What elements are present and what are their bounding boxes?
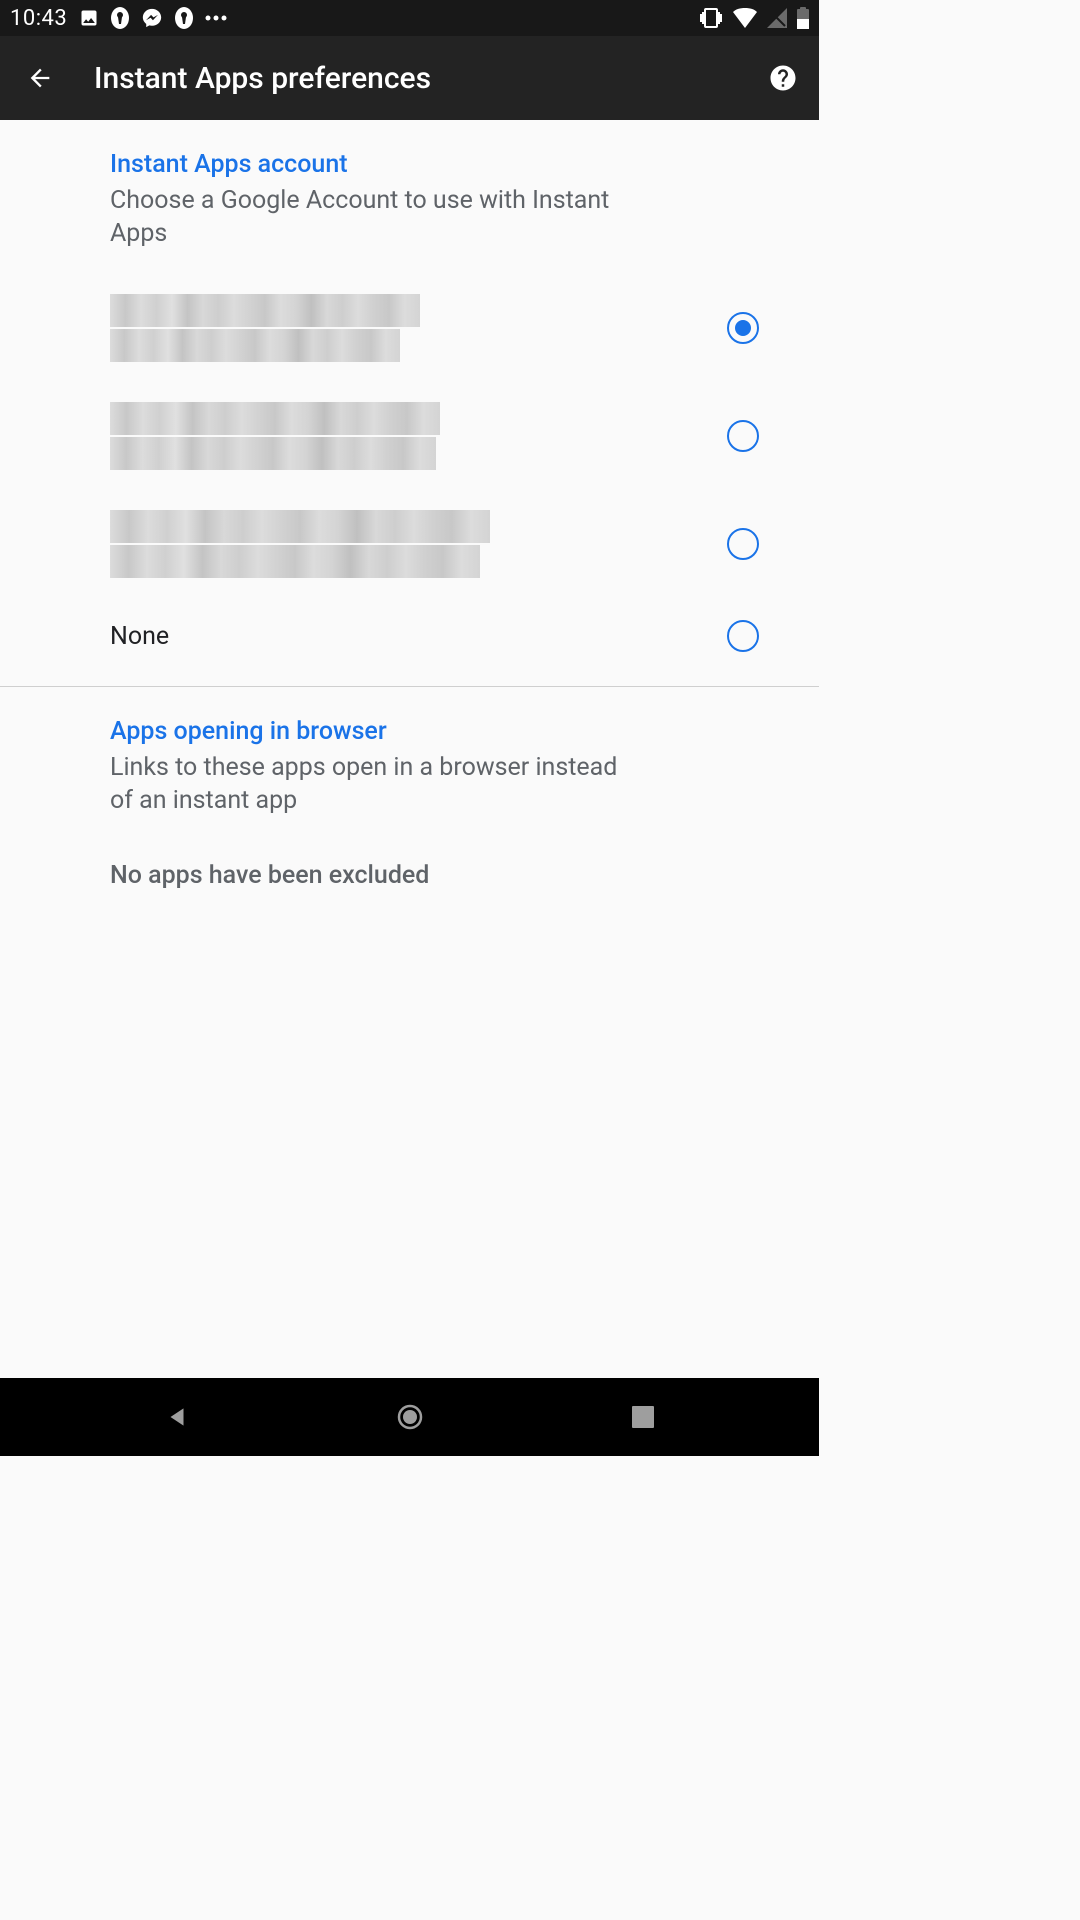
redacted-text [110,437,436,470]
section-account: Instant Apps account Choose a Google Acc… [0,120,819,274]
nav-bar [0,1378,819,1456]
more-icon [205,15,227,21]
account-option-2[interactable] [0,382,759,490]
account-option-none-label-wrap: None [110,622,727,651]
nav-recent-button[interactable] [613,1387,673,1447]
nav-home-button[interactable] [380,1387,440,1447]
account-option-none-label: None [110,622,169,651]
back-button[interactable] [16,54,64,102]
vibrate-icon [699,7,723,29]
account-radio-list: None [0,274,819,674]
help-button[interactable] [763,58,803,98]
keyhole-icon [175,7,193,29]
keyhole-icon [111,7,129,29]
section-browser-title: Apps opening in browser [110,717,799,746]
page-title: Instant Apps preferences [94,61,763,96]
radio-control[interactable] [727,528,759,560]
wifi-icon [733,8,757,28]
radio-control[interactable] [727,420,759,452]
account-option-3[interactable] [0,490,759,598]
arrow-back-icon [26,64,54,92]
section-browser: Apps opening in browser Links to these a… [0,687,819,841]
redacted-text [110,545,480,578]
messenger-icon [141,7,163,29]
account-option-1-label [110,294,727,362]
section-browser-subtitle: Links to these apps open in a browser in… [110,752,630,817]
account-option-none[interactable]: None [0,598,759,674]
redacted-text [110,329,400,362]
account-option-1[interactable] [0,274,759,382]
status-right [699,7,809,29]
radio-control[interactable] [727,620,759,652]
status-bar: 10:43 [0,0,819,36]
account-option-2-label [110,402,727,470]
browser-empty-state: No apps have been excluded [0,841,819,914]
radio-control[interactable] [727,312,759,344]
redacted-text [110,510,490,543]
no-signal-icon [767,8,787,28]
help-icon [768,63,798,93]
account-option-3-label [110,510,727,578]
section-account-subtitle: Choose a Google Account to use with Inst… [110,185,630,250]
content: Instant Apps account Choose a Google Acc… [0,120,819,1378]
battery-icon [797,7,809,29]
nav-back-button[interactable] [147,1387,207,1447]
nav-home-icon [395,1402,425,1432]
status-time: 10:43 [10,6,67,31]
image-icon [79,8,99,28]
status-left: 10:43 [10,6,227,31]
section-account-title: Instant Apps account [110,150,799,179]
nav-recent-icon [632,1406,654,1428]
nav-back-icon [164,1404,190,1430]
redacted-text [110,402,440,435]
redacted-text [110,294,420,327]
app-bar: Instant Apps preferences [0,36,819,120]
